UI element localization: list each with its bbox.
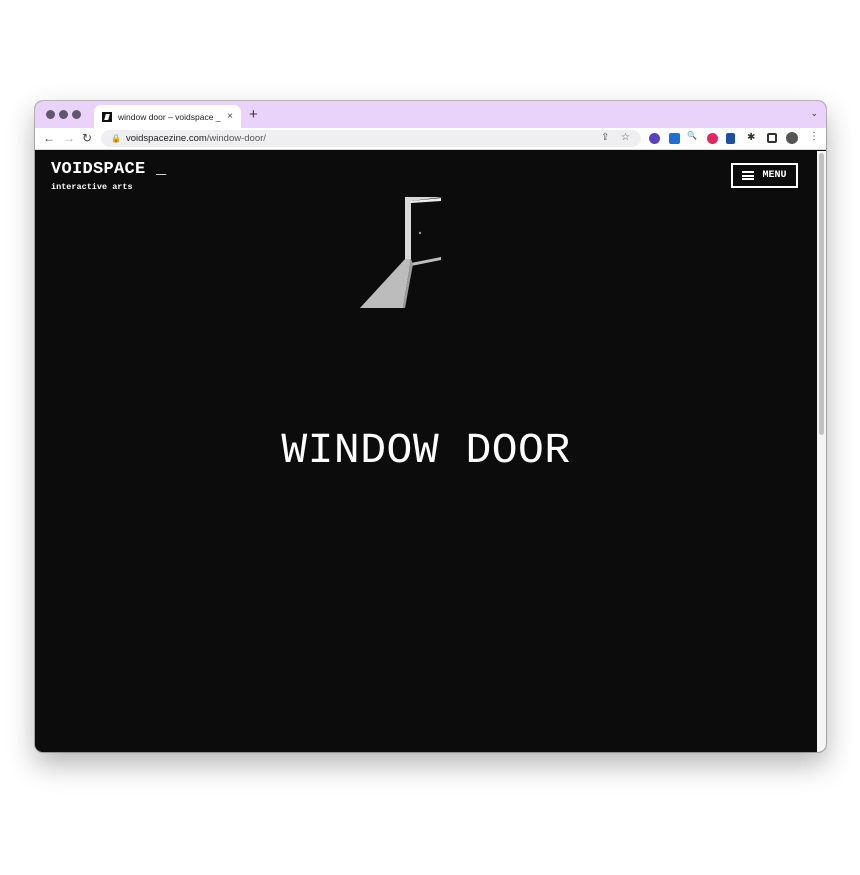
scrollbar-thumb[interactable]: [819, 153, 824, 435]
menu-label: MENU: [762, 170, 787, 181]
profile-avatar[interactable]: [786, 132, 798, 144]
scrollbar[interactable]: [817, 151, 826, 752]
reload-button[interactable]: ↻: [82, 131, 92, 146]
new-tab-button[interactable]: +: [249, 106, 258, 123]
menu-button[interactable]: MENU: [731, 163, 798, 188]
url-path: /window-door/: [206, 133, 266, 144]
extension-hat-icon[interactable]: [649, 133, 660, 144]
extensions-puzzle-icon[interactable]: ✱: [747, 132, 755, 143]
page-content: VOIDSPACE _ interactive arts MENU WINDOW…: [35, 151, 817, 752]
extension-red-icon[interactable]: [707, 133, 718, 144]
tab-title: window door – voidspace _: [118, 111, 221, 122]
site-logo[interactable]: VOIDSPACE _: [51, 160, 167, 179]
close-window-button[interactable]: [46, 110, 55, 119]
back-button[interactable]: ←: [43, 131, 55, 146]
lock-icon[interactable]: 🔒: [111, 134, 121, 143]
address-bar[interactable]: 🔒 voidspacezine.com/window-door/ ⇪ ☆: [101, 130, 641, 147]
tab-window-door[interactable]: window door – voidspace _ ×: [94, 105, 241, 128]
browser-menu-icon[interactable]: ⋮: [809, 131, 819, 142]
page-title: WINDOW DOOR: [281, 426, 571, 475]
open-door-art-icon: [360, 197, 443, 308]
tab-search-chevron-icon[interactable]: ⌄: [810, 108, 818, 119]
url-host: voidspacezine.com: [125, 133, 207, 144]
extension-search-icon[interactable]: 🔍: [687, 131, 697, 140]
minimize-window-button[interactable]: [59, 110, 68, 119]
site-favicon-icon: [102, 111, 112, 122]
side-panel-icon[interactable]: [767, 133, 777, 143]
forward-button[interactable]: →: [63, 131, 75, 146]
tab-close-icon[interactable]: ×: [227, 111, 233, 122]
bookmark-star-icon[interactable]: ☆: [621, 132, 630, 143]
share-icon[interactable]: ⇪: [601, 132, 609, 143]
zoom-window-button[interactable]: [72, 110, 81, 119]
browser-window: window door – voidspace _ × + ⌄ ← → ↻ 🔒 …: [35, 101, 826, 752]
site-tagline: interactive arts: [51, 182, 133, 192]
extension-blue-icon[interactable]: [669, 133, 680, 144]
tab-strip: window door – voidspace _ × + ⌄: [35, 101, 826, 128]
hamburger-icon: [742, 171, 755, 180]
url-text[interactable]: voidspacezine.com/window-door/: [126, 133, 266, 144]
browser-toolbar: ← → ↻ 🔒 voidspacezine.com/window-door/ ⇪…: [35, 128, 826, 150]
extension-bracket-icon[interactable]: [726, 133, 735, 144]
